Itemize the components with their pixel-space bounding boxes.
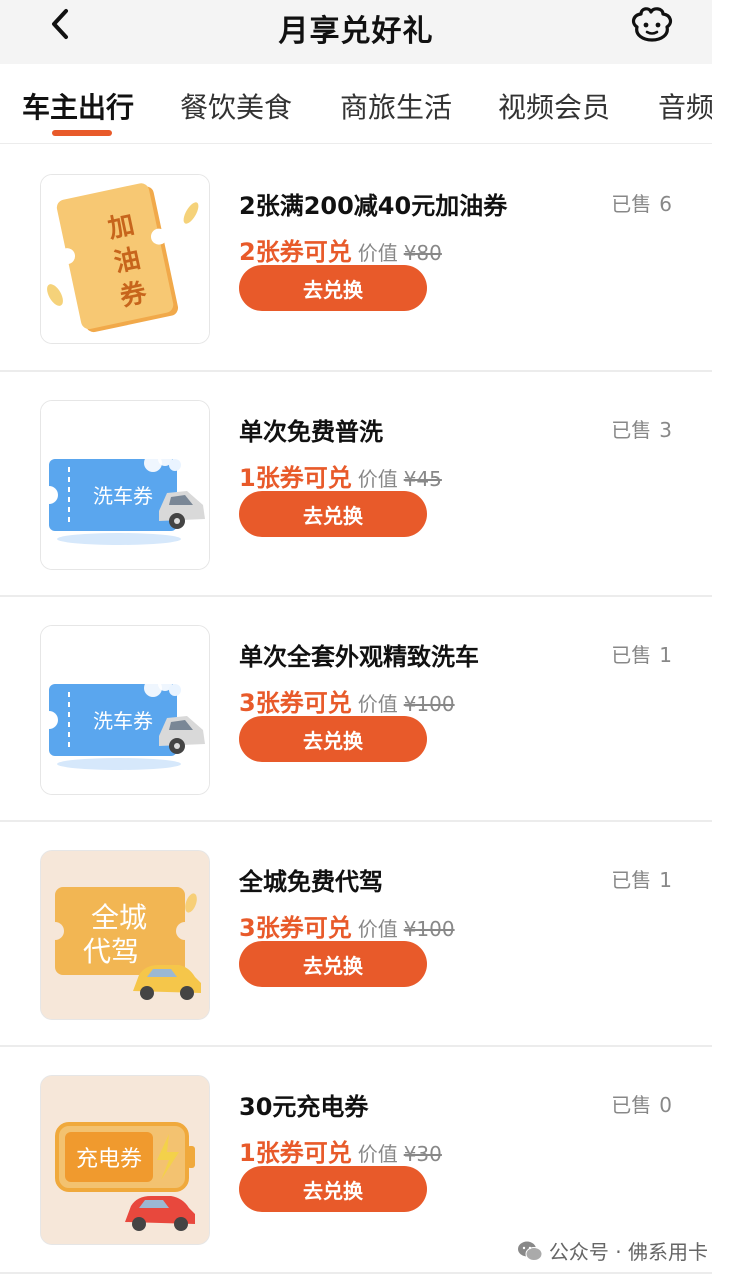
item-name: 全城免费代驾 [239,868,383,896]
sold-count: 已售 6 [611,192,672,216]
price-info: 1张券可兑 价值 ¥30 [239,1133,442,1168]
charging-coupon-thumbnail: 充电券 [40,1075,210,1245]
thumb-label: 充电券 [76,1147,142,1172]
redeem-button[interactable]: 去兑换 [239,941,427,987]
item-name: 30元充电券 [239,1093,369,1121]
car-wash-coupon-thumbnail: 洗车券 [40,625,210,795]
redeem-button[interactable]: 去兑换 [239,716,427,762]
thumb-label: 洗车券 [93,484,153,508]
exchange-cost: 3张券可兑 [239,689,352,717]
watermark-text: 公众号 · 佛系用卡 [548,1240,708,1264]
original-value: ¥100 [403,917,455,941]
tab-video-vip[interactable]: 视频会员 [498,86,610,126]
value-label: 价值 [357,241,398,265]
item-name: 2张满200减40元加油券 [239,192,508,220]
designated-driver-icon: 全城 代驾 [41,851,209,1019]
fuel-coupon-icon: 加 油 券 [41,175,209,343]
sold-count: 已售 1 [611,868,672,892]
list-item[interactable]: 加 油 券 2张满200减40元加油券 已售 6 2张券可兑 价值 ¥80 去兑换 [0,146,712,372]
value-label: 价值 [357,917,398,941]
list-item[interactable]: 洗车券 单次全套外观精致洗车 已售 1 3张券可兑 价值 ¥100 去兑换 [0,597,712,823]
category-tabs: 车主出行 餐饮美食 商旅生活 视频会员 音频 [0,64,712,144]
divider [0,1272,712,1274]
redeem-button[interactable]: 去兑换 [239,1166,427,1212]
thumb-label: 洗车券 [93,709,153,733]
sold-count: 已售 1 [611,643,672,667]
charging-coupon-icon: 充电券 [41,1076,209,1244]
redeem-button[interactable]: 去兑换 [239,265,427,311]
price-info: 2张券可兑 价值 ¥80 [239,232,442,267]
redeem-button[interactable]: 去兑换 [239,491,427,537]
original-value: ¥45 [403,467,442,491]
original-value: ¥100 [403,692,455,716]
car-wash-coupon-thumbnail: 洗车券 [40,400,210,570]
price-info: 1张券可兑 价值 ¥45 [239,458,442,493]
exchange-cost: 1张券可兑 [239,464,352,492]
price-info: 3张券可兑 价值 ¥100 [239,683,455,718]
thumb-label-line1: 全城 [91,901,147,934]
watermark: 公众号 · 佛系用卡 [517,1236,708,1265]
customer-service-icon [631,7,673,42]
tab-business-life[interactable]: 商旅生活 [340,86,452,126]
active-tab-indicator [52,130,112,136]
value-label: 价值 [357,467,398,491]
item-name: 单次全套外观精致洗车 [239,643,479,671]
value-label: 价值 [357,692,398,716]
exchange-cost: 1张券可兑 [239,1139,352,1167]
sold-count: 已售 0 [611,1093,672,1117]
customer-service-button[interactable] [628,4,676,44]
original-value: ¥30 [403,1142,442,1166]
car-wash-coupon-icon: 洗车券 [41,626,209,794]
sold-count: 已售 3 [611,418,672,442]
tab-food[interactable]: 餐饮美食 [180,86,292,126]
original-value: ¥80 [403,241,442,265]
tab-audio[interactable]: 音频 [658,86,712,126]
wechat-icon [517,1241,543,1261]
tab-car-travel[interactable]: 车主出行 [22,86,134,126]
page-title: 月享兑好礼 [278,14,434,49]
thumb-label-line2: 代驾 [83,935,139,968]
car-wash-coupon-icon: 洗车券 [41,401,209,569]
top-bar: 月享兑好礼 [0,0,712,64]
exchange-cost: 3张券可兑 [239,914,352,942]
price-info: 3张券可兑 价值 ¥100 [239,908,455,943]
list-item[interactable]: 洗车券 单次免费普洗 已售 3 1张券可兑 价值 ¥45 去兑换 [0,372,712,598]
item-name: 单次免费普洗 [239,418,383,446]
value-label: 价值 [357,1142,398,1166]
list-item[interactable]: 全城 代驾 全城免费代驾 已售 1 3张券可兑 价值 ¥100 去兑换 [0,822,712,1048]
designated-driver-thumbnail: 全城 代驾 [40,850,210,1020]
exchange-cost: 2张券可兑 [239,238,352,266]
fuel-coupon-thumbnail: 加 油 券 [40,174,210,344]
